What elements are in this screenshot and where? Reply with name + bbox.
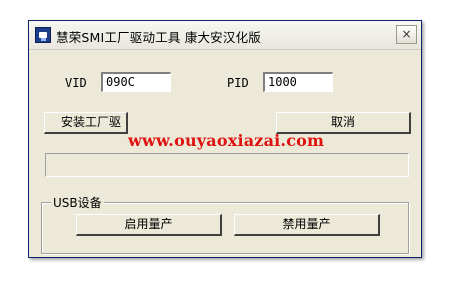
vid-label: VID	[65, 76, 87, 90]
install-factory-driver-button[interactable]: 安装工厂驱	[44, 112, 128, 134]
close-button[interactable]: ×	[396, 25, 417, 44]
app-icon	[35, 27, 51, 43]
pid-label: PID	[227, 76, 249, 90]
progress-bar	[45, 153, 409, 177]
title-bar[interactable]: 慧荣SMI工厂驱动工具 康大安汉化版 ×	[29, 21, 421, 50]
watermark-text: www.ouyaoxiazai.com	[128, 131, 325, 150]
disable-mass-production-button[interactable]: 禁用量产	[234, 214, 380, 236]
pid-input[interactable]: 1000	[263, 72, 333, 92]
enable-mass-production-button[interactable]: 启用量产	[76, 214, 222, 236]
usb-device-group-title: USB设备	[51, 194, 104, 211]
window-title: 慧荣SMI工厂驱动工具 康大安汉化版	[56, 30, 261, 45]
vid-input[interactable]: 090C	[101, 72, 171, 92]
